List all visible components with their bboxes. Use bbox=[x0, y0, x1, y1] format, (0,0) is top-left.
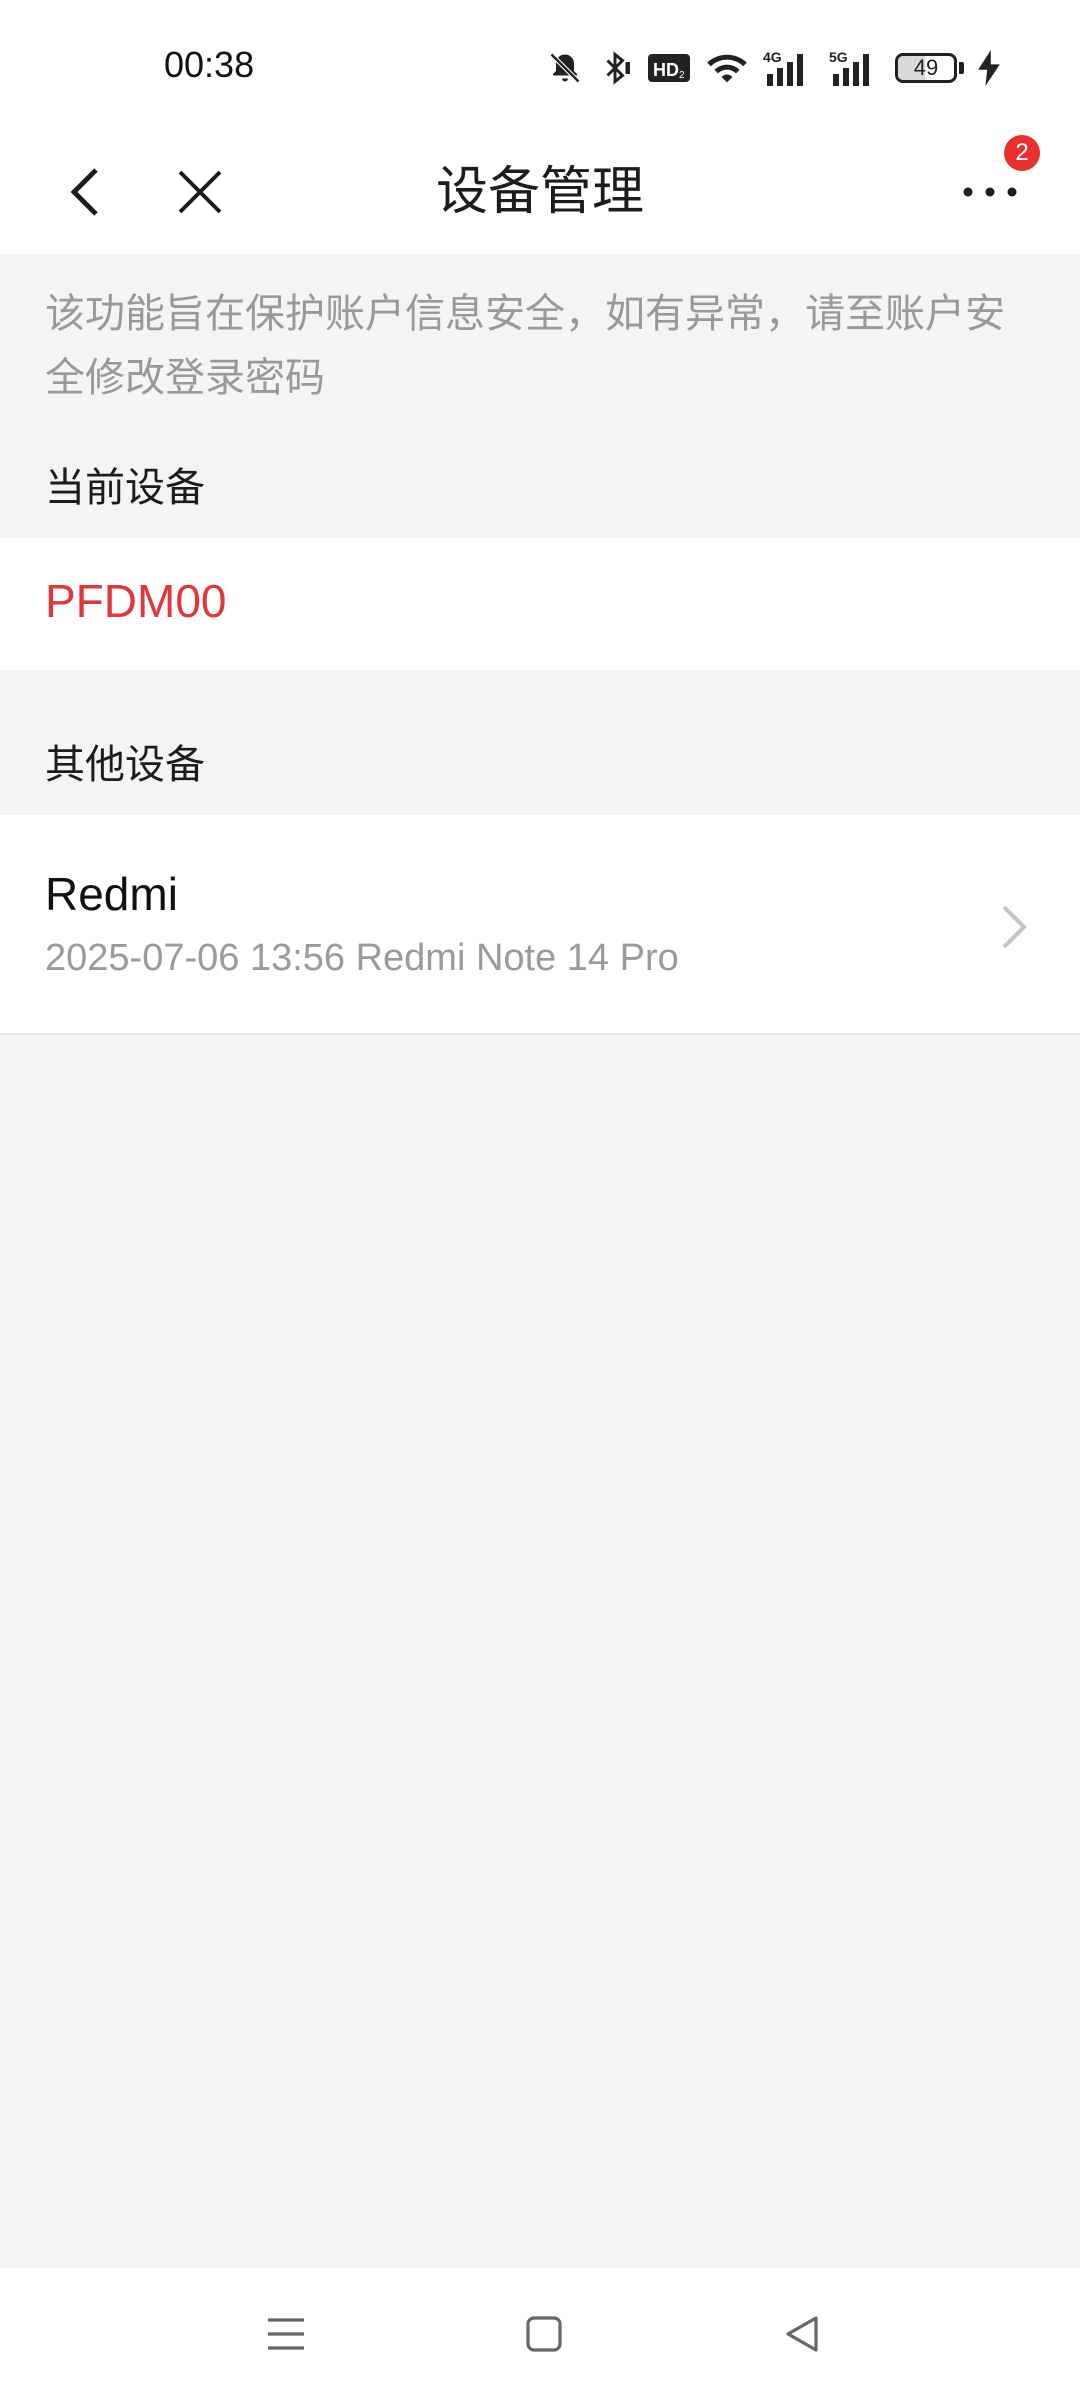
status-icons: HD 2 4G 5G 49 bbox=[547, 46, 1000, 90]
status-bar: 00:38 HD 2 4G 5G 49 bbox=[0, 0, 1080, 130]
charging-icon bbox=[978, 50, 1000, 86]
wifi-icon bbox=[705, 50, 749, 86]
system-nav-bar bbox=[0, 2268, 1080, 2400]
back-triangle-icon bbox=[786, 2316, 818, 2352]
other-devices-label: 其他设备 bbox=[45, 742, 205, 788]
signal-4g-icon: 4G bbox=[763, 48, 815, 88]
recent-apps-button[interactable] bbox=[256, 2304, 316, 2364]
svg-text:2: 2 bbox=[679, 70, 685, 81]
other-device-name: Redmi bbox=[45, 868, 178, 920]
bluetooth-icon bbox=[597, 50, 633, 86]
chevron-right-icon bbox=[1002, 905, 1027, 949]
home-icon bbox=[526, 2316, 562, 2352]
status-time: 00:38 bbox=[164, 44, 255, 85]
menu-icon bbox=[268, 2318, 304, 2350]
system-back-button[interactable] bbox=[772, 2304, 832, 2364]
current-device-label: 当前设备 bbox=[45, 465, 205, 511]
home-button[interactable] bbox=[514, 2304, 574, 2364]
page-title: 设备管理 bbox=[435, 162, 644, 222]
signal-5g-icon: 5G bbox=[829, 48, 881, 88]
more-icon bbox=[963, 187, 1017, 197]
current-device-item: PFDM00 bbox=[0, 538, 1080, 670]
current-device-name: PFDM00 bbox=[45, 575, 227, 627]
app-bar: 设备管理 bbox=[0, 130, 1080, 254]
svg-text:HD: HD bbox=[653, 60, 679, 80]
hd-icon: HD 2 bbox=[647, 51, 691, 85]
bell-muted-icon bbox=[547, 50, 583, 86]
notification-badge: 2 bbox=[1004, 135, 1040, 171]
battery-level: 49 bbox=[913, 55, 939, 80]
svg-text:4G: 4G bbox=[763, 49, 782, 65]
security-notice: 该功能旨在保护账户信息安全，如有异常，请至账户安全修改登录密码 bbox=[45, 291, 1005, 401]
other-device-detail: 2025-07-06 13:56 Redmi Note 14 Pro bbox=[45, 937, 679, 979]
other-device-item[interactable]: Redmi 2025-07-06 13:56 Redmi Note 14 Pro bbox=[0, 815, 1080, 1035]
svg-text:5G: 5G bbox=[829, 49, 848, 65]
battery-icon: 49 bbox=[895, 53, 964, 83]
